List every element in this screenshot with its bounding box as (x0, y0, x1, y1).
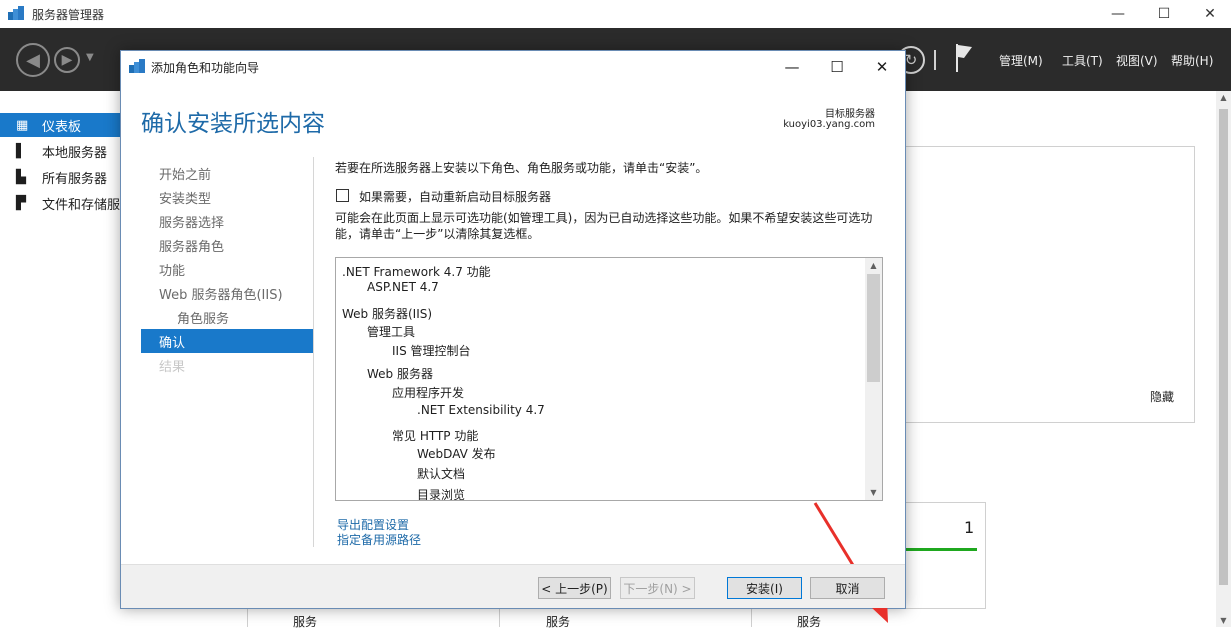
nav-item-dashboard[interactable]: ▦ 仪表板 (0, 113, 120, 137)
menu-tools[interactable]: 工具(T) (1062, 52, 1103, 69)
scroll-thumb[interactable] (1219, 109, 1228, 585)
list-scroll-thumb[interactable] (867, 274, 880, 382)
menu-view[interactable]: 视图(V) (1116, 52, 1158, 69)
scroll-up-icon[interactable]: ▲ (1216, 93, 1231, 102)
cancel-button[interactable]: 取消 (810, 577, 885, 599)
wizard-maximize-button[interactable]: ☐ (815, 51, 859, 82)
list-scroll-up-icon[interactable]: ▲ (865, 261, 882, 270)
step-server-selection[interactable]: 服务器选择 (141, 209, 313, 233)
step-role-services[interactable]: 角色服务 (141, 305, 313, 329)
alternate-source-link[interactable]: 指定备用源路径 (337, 531, 421, 548)
wizard-close-button[interactable]: ✕ (860, 51, 904, 82)
nav-item-all-servers[interactable]: ▙ 所有服务器 (0, 165, 120, 189)
tile-services-label: 服务 (546, 615, 571, 629)
list-item: Web 服务器 (367, 367, 433, 381)
forward-icon[interactable]: ▶ (54, 47, 80, 73)
list-item: 应用程序开发 (392, 386, 465, 400)
server-manager-title: 服务器管理器 (32, 8, 105, 22)
server-manager-nav: ▦ 仪表板 ▌ 本地服务器 ▙ 所有服务器 ▛ 文件和存储服 (0, 91, 120, 627)
server-manager-icon (129, 59, 145, 73)
list-item: 常见 HTTP 功能 (392, 429, 479, 443)
tile-services-label: 服务 (293, 615, 318, 629)
target-server-name: kuoyi03.yang.com (783, 119, 875, 130)
list-item: Web 服务器(IIS) (342, 307, 433, 321)
dashboard-icon: ▦ (16, 117, 29, 133)
install-button[interactable]: 安装(I) (727, 577, 802, 599)
step-confirmation[interactable]: 确认 (141, 329, 313, 353)
back-icon[interactable]: ◀ (16, 43, 50, 77)
previous-button[interactable]: < 上一步(P) (538, 577, 611, 599)
list-item: WebDAV 发布 (417, 447, 496, 461)
nav-item-local-server[interactable]: ▌ 本地服务器 (0, 139, 120, 163)
tile-count: 1 (964, 518, 975, 537)
nav-item-label: 所有服务器 (42, 171, 108, 187)
add-roles-wizard-dialog: 添加角色和功能向导 — ☐ ✕ 确认安装所选内容 目标服务器 kuoyi03.y… (120, 50, 906, 623)
list-item: IIS 管理控制台 (392, 344, 471, 358)
storage-icon: ▛ (16, 195, 26, 211)
list-item: 管理工具 (367, 325, 416, 339)
step-installation-type[interactable]: 安装类型 (141, 185, 313, 209)
minimize-button[interactable]: — (1095, 0, 1141, 28)
step-results: 结果 (159, 359, 186, 375)
nav-item-label: 文件和存储服 (41, 197, 120, 213)
server-manager-scrollbar[interactable]: ▲ ▼ (1216, 91, 1231, 627)
step-features[interactable]: 功能 (141, 257, 313, 281)
menu-manage[interactable]: 管理(M) (999, 52, 1043, 69)
scroll-down-icon[interactable]: ▼ (1216, 616, 1231, 625)
optional-features-note: 可能会在此页面上显示可选功能(如管理工具)，因为已自动选择这些功能。如果不希望安… (335, 211, 873, 241)
restart-checkbox-label[interactable]: 如果需要，自动重新启动目标服务器 (359, 188, 551, 205)
list-scroll-down-icon[interactable]: ▼ (865, 488, 882, 497)
nav-history-dropdown-icon[interactable]: ▼ (86, 52, 94, 63)
server-icon: ▌ (16, 143, 26, 159)
next-button: 下一步(N) > (620, 577, 695, 599)
tile-status-bar (906, 548, 977, 551)
server-manager-titlebar: 服务器管理器 — ☐ ✕ (0, 0, 1231, 28)
close-button[interactable]: ✕ (1187, 0, 1231, 28)
list-item: ASP.NET 4.7 (367, 280, 439, 294)
nav-item-file-storage[interactable]: ▛ 文件和存储服 (0, 191, 120, 215)
tile-strip-1 (247, 608, 499, 627)
selected-features-list[interactable]: .NET Framework 4.7 功能 ASP.NET 4.7 Web 服务… (335, 257, 883, 501)
wizard-titlebar: 添加角色和功能向导 — ☐ ✕ (121, 51, 905, 82)
server-manager-icon (8, 6, 24, 20)
list-item: 默认文档 (417, 467, 466, 481)
step-web-server-role[interactable]: Web 服务器角色(IIS) (141, 281, 313, 305)
list-item: .NET Framework 4.7 功能 (342, 265, 491, 279)
intro-text: 若要在所选服务器上安装以下角色、角色服务或功能，请单击“安装”。 (335, 161, 708, 175)
page-title: 确认安装所选内容 (141, 111, 325, 137)
list-item: 目录浏览 (417, 488, 466, 501)
maximize-button[interactable]: ☐ (1141, 0, 1187, 28)
list-item: .NET Extensibility 4.7 (417, 403, 545, 417)
menu-help[interactable]: 帮助(H) (1171, 52, 1213, 69)
step-server-roles[interactable]: 服务器角色 (141, 233, 313, 257)
wizard-minimize-button[interactable]: — (770, 51, 814, 82)
wizard-title: 添加角色和功能向导 (151, 61, 260, 75)
notifications-flag-icon[interactable] (955, 44, 973, 72)
restart-checkbox[interactable] (336, 189, 349, 202)
nav-item-label: 本地服务器 (42, 145, 108, 161)
target-server-label: 目标服务器 (825, 109, 875, 120)
tile-strip-2 (499, 608, 751, 627)
step-before-you-begin[interactable]: 开始之前 (141, 161, 313, 185)
wizard-footer: < 上一步(P) 下一步(N) > 安装(I) 取消 (121, 564, 905, 608)
hide-link[interactable]: 隐藏 (1150, 388, 1174, 405)
nav-item-label: 仪表板 (42, 119, 82, 135)
list-scrollbar[interactable]: ▲ ▼ (865, 258, 882, 500)
servers-icon: ▙ (16, 169, 26, 185)
toolbar-divider (934, 50, 936, 70)
steps-divider (313, 157, 314, 547)
dashboard-welcome-panel (906, 146, 1195, 423)
